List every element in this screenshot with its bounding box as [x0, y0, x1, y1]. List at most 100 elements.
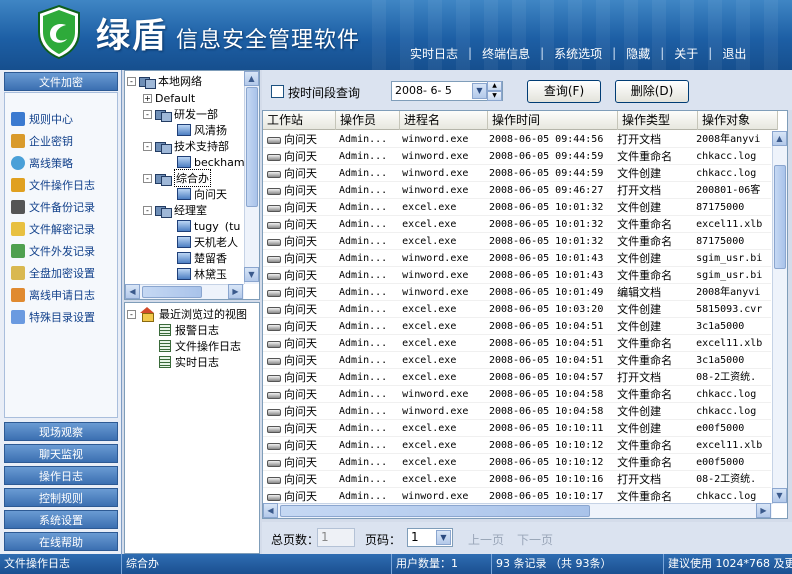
- scroll-left-icon[interactable]: ◀: [125, 284, 140, 299]
- tree-horizontal-scrollbar[interactable]: ◀ ▶: [125, 284, 244, 299]
- collapse-toggle[interactable]: -: [143, 109, 152, 119]
- table-row[interactable]: 向问天 Admin... excel.exe 2008-06-05 10:04:57 打…: [263, 369, 771, 386]
- column-header-time[interactable]: 操作时间: [488, 111, 618, 130]
- collapse-toggle[interactable]: -: [127, 309, 136, 319]
- collapse-toggle[interactable]: -: [127, 76, 136, 86]
- table-row[interactable]: 向问天 Admin... excel.exe 2008-06-05 10:10:11 文…: [263, 420, 771, 437]
- collapse-toggle[interactable]: -: [143, 205, 152, 215]
- table-row[interactable]: 向问天 Admin... winword.exe 2008-06-05 09:44:5…: [263, 165, 771, 182]
- period-query-checkbox[interactable]: [271, 85, 284, 98]
- recent-view-realtime-log[interactable]: 实时日志: [159, 354, 219, 370]
- column-header-workstation[interactable]: 工作站: [263, 111, 336, 130]
- collapse-toggle[interactable]: -: [143, 173, 152, 183]
- spin-up-icon[interactable]: ▲: [487, 81, 502, 91]
- scroll-down-icon[interactable]: ▼: [772, 488, 787, 503]
- table-row[interactable]: 向问天 Admin... excel.exe 2008-06-05 10:01:32 文…: [263, 199, 771, 216]
- table-row[interactable]: 向问天 Admin... excel.exe 2008-06-05 10:01:32 文…: [263, 216, 771, 233]
- table-row[interactable]: 向问天 Admin... winword.exe 2008-06-05 09:44:5…: [263, 131, 771, 148]
- sidebar-item-offline-policy[interactable]: 离线策略: [11, 153, 73, 173]
- scroll-thumb[interactable]: [280, 505, 590, 517]
- scroll-thumb[interactable]: [774, 165, 786, 269]
- table-row[interactable]: 向问天 Admin... winword.exe 2008-06-05 10:04:5…: [263, 403, 771, 420]
- tree-node-general-office[interactable]: - 综合办: [143, 169, 211, 187]
- nav-hide[interactable]: 隐藏: [616, 45, 660, 62]
- table-row[interactable]: 向问天 Admin... excel.exe 2008-06-05 10:10:12 文…: [263, 437, 771, 454]
- tree-node-pc[interactable]: 天机老人: [177, 234, 238, 250]
- table-row[interactable]: 向问天 Admin... winword.exe 2008-06-05 10:01:4…: [263, 284, 771, 301]
- table-row[interactable]: 向问天 Admin... excel.exe 2008-06-05 10:04:51 文…: [263, 335, 771, 352]
- table-row[interactable]: 向问天 Admin... excel.exe 2008-06-05 10:01:32 文…: [263, 233, 771, 250]
- chevron-down-icon[interactable]: ▼: [436, 530, 451, 545]
- table-horizontal-scrollbar[interactable]: ◀ ▶: [263, 503, 772, 518]
- tree-node-pc[interactable]: tugy (tu: [177, 218, 240, 234]
- tree-node-root[interactable]: - 本地网络: [127, 73, 202, 89]
- tree-node-pc[interactable]: 楚留香: [177, 250, 227, 266]
- sidebar-button-live-view[interactable]: 现场观察: [4, 422, 118, 441]
- table-row[interactable]: 向问天 Admin... excel.exe 2008-06-05 10:10:16 打…: [263, 471, 771, 488]
- table-row[interactable]: 向问天 Admin... excel.exe 2008-06-05 10:04:51 文…: [263, 352, 771, 369]
- spin-down-icon[interactable]: ▼: [487, 91, 502, 101]
- tree-node-pc[interactable]: 向问天: [177, 186, 227, 202]
- tree-node-pc[interactable]: 林黛玉: [177, 266, 227, 282]
- tree-node-pc[interactable]: beckham: [177, 154, 245, 170]
- sidebar-item-file-operation-log[interactable]: 文件操作日志: [11, 175, 95, 195]
- delete-button[interactable]: 删除(D): [615, 80, 689, 103]
- column-header-operation-type[interactable]: 操作类型: [618, 111, 698, 130]
- tree-node-default[interactable]: + Default: [143, 90, 195, 106]
- query-button[interactable]: 查询(F): [527, 80, 601, 103]
- sidebar-button-online-help[interactable]: 在线帮助: [4, 532, 118, 551]
- page-number-select[interactable]: 1 ▼: [407, 528, 453, 547]
- scroll-up-icon[interactable]: ▲: [772, 131, 787, 146]
- sidebar-item-rules-center[interactable]: 规则中心: [11, 109, 73, 129]
- next-page-link[interactable]: 下一页: [517, 531, 553, 548]
- table-row[interactable]: 向问天 Admin... winword.exe 2008-06-05 10:04:5…: [263, 386, 771, 403]
- column-header-operation-object[interactable]: 操作对象: [698, 111, 778, 130]
- table-row[interactable]: 向问天 Admin... excel.exe 2008-06-05 10:04:51 文…: [263, 318, 771, 335]
- table-row[interactable]: 向问天 Admin... winword.exe 2008-06-05 09:46:2…: [263, 182, 771, 199]
- recent-view-file-operation-log[interactable]: 文件操作日志: [159, 338, 241, 354]
- column-header-operator[interactable]: 操作员: [336, 111, 400, 130]
- column-header-process[interactable]: 进程名: [400, 111, 488, 130]
- tree-vertical-scrollbar[interactable]: ▲ ▼: [244, 71, 259, 284]
- calendar-dropdown-icon[interactable]: ▼: [472, 83, 487, 99]
- table-row[interactable]: 向问天 Admin... winword.exe 2008-06-05 10:01:4…: [263, 250, 771, 267]
- date-spinner[interactable]: ▲ ▼: [487, 81, 502, 101]
- collapse-toggle[interactable]: -: [143, 141, 152, 151]
- sidebar-item-disk-encryption-settings[interactable]: 全盘加密设置: [11, 263, 95, 283]
- sidebar-item-offline-request-log[interactable]: 离线申请日志: [11, 285, 95, 305]
- tree-node-manager-office[interactable]: - 经理室: [143, 202, 207, 218]
- scroll-right-icon[interactable]: ▶: [756, 503, 771, 518]
- prev-page-link[interactable]: 上一页: [468, 531, 504, 548]
- tree-node-rd-dept-1[interactable]: - 研发一部: [143, 106, 218, 122]
- scroll-left-icon[interactable]: ◀: [263, 503, 278, 518]
- recent-view-alarm-log[interactable]: 报警日志: [159, 322, 219, 338]
- nav-terminal-info[interactable]: 终端信息: [472, 45, 540, 62]
- table-vertical-scrollbar[interactable]: ▲ ▼: [772, 131, 787, 504]
- scroll-up-icon[interactable]: ▲: [244, 71, 259, 86]
- nav-exit[interactable]: 退出: [712, 45, 756, 62]
- scroll-down-icon[interactable]: ▼: [244, 267, 259, 282]
- tree-node-pc[interactable]: 风清扬: [177, 122, 227, 138]
- nav-system-options[interactable]: 系统选项: [544, 45, 612, 62]
- sidebar-header-file-encryption[interactable]: 文件加密: [4, 72, 118, 91]
- sidebar-button-operation-log[interactable]: 操作日志: [4, 466, 118, 485]
- scroll-thumb[interactable]: [246, 87, 258, 207]
- nav-realtime-log[interactable]: 实时日志: [400, 45, 468, 62]
- table-row[interactable]: 向问天 Admin... excel.exe 2008-06-05 10:03:20 文…: [263, 301, 771, 318]
- sidebar-item-file-decrypt-record[interactable]: 文件解密记录: [11, 219, 95, 239]
- sidebar-item-special-directory-settings[interactable]: 特殊目录设置: [11, 307, 95, 327]
- table-row[interactable]: 向问天 Admin... winword.exe 2008-06-05 09:44:5…: [263, 148, 771, 165]
- expand-toggle[interactable]: +: [143, 93, 152, 103]
- sidebar-item-file-backup-record[interactable]: 文件备份记录: [11, 197, 95, 217]
- sidebar-item-file-send-out-record[interactable]: 文件外发记录: [11, 241, 95, 261]
- sidebar-button-control-rules[interactable]: 控制规则: [4, 488, 118, 507]
- scroll-thumb[interactable]: [142, 286, 202, 298]
- sidebar-button-system-settings[interactable]: 系统设置: [4, 510, 118, 529]
- table-row[interactable]: 向问天 Admin... excel.exe 2008-06-05 10:10:12 文…: [263, 454, 771, 471]
- nav-about[interactable]: 关于: [664, 45, 708, 62]
- tree-node-support-dept[interactable]: - 技术支持部: [143, 138, 229, 154]
- scroll-right-icon[interactable]: ▶: [228, 284, 243, 299]
- sidebar-button-chat-monitor[interactable]: 聊天监视: [4, 444, 118, 463]
- table-row[interactable]: 向问天 Admin... winword.exe 2008-06-05 10:01:4…: [263, 267, 771, 284]
- sidebar-item-enterprise-key[interactable]: 企业密钥: [11, 131, 73, 151]
